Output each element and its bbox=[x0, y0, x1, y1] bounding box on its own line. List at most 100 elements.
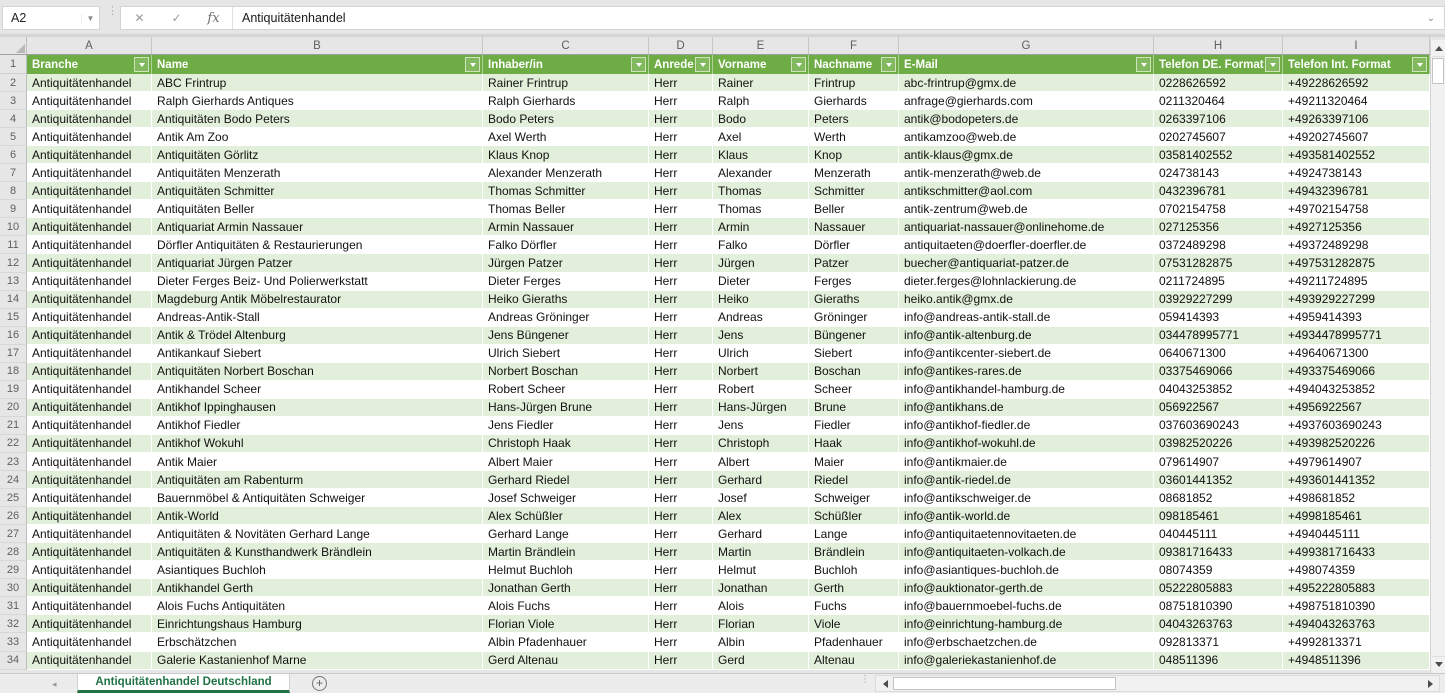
filter-dropdown-icon[interactable] bbox=[1412, 57, 1427, 72]
cell[interactable]: Antiquitätenhandel bbox=[27, 525, 152, 543]
cell[interactable]: Antiquitäten Bodo Peters bbox=[152, 110, 483, 128]
row-header[interactable]: 21 bbox=[0, 417, 27, 435]
cell[interactable]: Rainer bbox=[713, 74, 809, 92]
insert-function-icon[interactable]: fx bbox=[195, 11, 232, 26]
vertical-scrollbar-thumb[interactable] bbox=[1432, 58, 1444, 84]
row-header[interactable]: 8 bbox=[0, 182, 27, 200]
cell[interactable]: Antiquitätenhandel bbox=[27, 633, 152, 651]
scroll-left-icon[interactable] bbox=[878, 677, 892, 690]
cell[interactable]: 08074359 bbox=[1154, 561, 1283, 579]
cell[interactable]: Buchloh bbox=[809, 561, 899, 579]
cell[interactable]: 05222805883 bbox=[1154, 579, 1283, 597]
cell[interactable]: 04043253852 bbox=[1154, 381, 1283, 399]
cell[interactable]: Herr bbox=[649, 254, 713, 272]
cell[interactable]: Magdeburg Antik Möbelrestaurator bbox=[152, 291, 483, 309]
cell[interactable]: Menzerath bbox=[809, 164, 899, 182]
cell[interactable]: Antiquitäten Norbert Boschan bbox=[152, 363, 483, 381]
cell[interactable]: Herr bbox=[649, 291, 713, 309]
cell[interactable]: info@einrichtung-hamburg.de bbox=[899, 615, 1154, 633]
cell[interactable]: +494043263763 bbox=[1283, 615, 1430, 633]
row-header[interactable]: 4 bbox=[0, 110, 27, 128]
cell[interactable]: +4998185461 bbox=[1283, 507, 1430, 525]
cell[interactable]: Herr bbox=[649, 164, 713, 182]
cell[interactable]: Antiquitätenhandel bbox=[27, 399, 152, 417]
cell[interactable]: Antiquitätenhandel bbox=[27, 345, 152, 363]
row-header[interactable]: 18 bbox=[0, 363, 27, 381]
cell[interactable]: antikschmitter@aol.com bbox=[899, 182, 1154, 200]
cell[interactable]: Helmut Buchloh bbox=[483, 561, 649, 579]
scroll-down-icon[interactable] bbox=[1432, 656, 1445, 672]
cell[interactable]: info@antikschweiger.de bbox=[899, 489, 1154, 507]
cell[interactable]: Martin bbox=[713, 543, 809, 561]
cell[interactable]: 0202745607 bbox=[1154, 128, 1283, 146]
table-column-header[interactable]: Branche bbox=[27, 55, 152, 74]
cell[interactable]: Antiquitätenhandel bbox=[27, 652, 152, 670]
cell[interactable]: 079614907 bbox=[1154, 453, 1283, 471]
cell[interactable]: Bauernmöbel & Antiquitäten Schweiger bbox=[152, 489, 483, 507]
cell[interactable]: info@asiantiques-buchloh.de bbox=[899, 561, 1154, 579]
cell[interactable]: Büngener bbox=[809, 327, 899, 345]
cell[interactable]: Brändlein bbox=[809, 543, 899, 561]
cell[interactable]: Antik-World bbox=[152, 507, 483, 525]
cell[interactable]: Alex Schüßler bbox=[483, 507, 649, 525]
row-header[interactable]: 14 bbox=[0, 291, 27, 309]
cell[interactable]: anfrage@gierhards.com bbox=[899, 92, 1154, 110]
cell[interactable]: Gerd bbox=[713, 652, 809, 670]
cell[interactable]: Scheer bbox=[809, 381, 899, 399]
cell[interactable]: antikamzoo@web.de bbox=[899, 128, 1154, 146]
cell[interactable]: Martin Brändlein bbox=[483, 543, 649, 561]
cell[interactable]: Antiquitätenhandel bbox=[27, 543, 152, 561]
cell[interactable]: Jens Fiedler bbox=[483, 417, 649, 435]
cell[interactable]: Dörfler Antiquitäten & Restaurierungen bbox=[152, 236, 483, 254]
cell[interactable]: Hans-Jürgen Brune bbox=[483, 399, 649, 417]
cell[interactable]: 03375469066 bbox=[1154, 363, 1283, 381]
cell[interactable]: info@antik-altenburg.de bbox=[899, 327, 1154, 345]
cell[interactable]: 059414393 bbox=[1154, 309, 1283, 327]
cell[interactable]: Albin bbox=[713, 633, 809, 651]
cell[interactable]: Jens bbox=[713, 327, 809, 345]
cell[interactable]: info@antikes-rares.de bbox=[899, 363, 1154, 381]
cell[interactable]: info@erbschaetzchen.de bbox=[899, 633, 1154, 651]
cell[interactable]: Herr bbox=[649, 74, 713, 92]
cell[interactable]: Herr bbox=[649, 309, 713, 327]
cell[interactable]: Brune bbox=[809, 399, 899, 417]
row-header[interactable]: 12 bbox=[0, 254, 27, 272]
cell[interactable]: Herr bbox=[649, 597, 713, 615]
vertical-scrollbar[interactable] bbox=[1430, 40, 1445, 673]
cell[interactable]: info@antik-riedel.de bbox=[899, 471, 1154, 489]
cell[interactable]: Thomas Beller bbox=[483, 200, 649, 218]
cell[interactable]: Christoph bbox=[713, 435, 809, 453]
cell[interactable]: Alois bbox=[713, 597, 809, 615]
table-column-header[interactable]: Telefon DE. Format bbox=[1154, 55, 1283, 74]
cell[interactable]: Antiquitätenhandel bbox=[27, 453, 152, 471]
cell[interactable]: 040445111 bbox=[1154, 525, 1283, 543]
cell[interactable]: Herr bbox=[649, 381, 713, 399]
cell[interactable]: 024738143 bbox=[1154, 164, 1283, 182]
cell[interactable]: 03929227299 bbox=[1154, 291, 1283, 309]
cell[interactable]: ABC Frintrup bbox=[152, 74, 483, 92]
filter-dropdown-icon[interactable] bbox=[1136, 57, 1151, 72]
cell[interactable]: Norbert Boschan bbox=[483, 363, 649, 381]
filter-dropdown-icon[interactable] bbox=[1265, 57, 1280, 72]
cell[interactable]: Bodo Peters bbox=[483, 110, 649, 128]
cell[interactable]: Herr bbox=[649, 471, 713, 489]
cell[interactable]: Dörfler bbox=[809, 236, 899, 254]
cell[interactable]: +494043253852 bbox=[1283, 381, 1430, 399]
cell[interactable]: buecher@antiquariat-patzer.de bbox=[899, 254, 1154, 272]
cell[interactable]: Altenau bbox=[809, 652, 899, 670]
horizontal-scrollbar[interactable] bbox=[875, 675, 1440, 692]
select-all-corner[interactable] bbox=[0, 37, 27, 54]
cell[interactable]: Werth bbox=[809, 128, 899, 146]
expand-formula-bar-icon[interactable]: ⌄ bbox=[1418, 13, 1444, 24]
cell[interactable]: Erbschätzchen bbox=[152, 633, 483, 651]
cell[interactable]: Antiquitätenhandel bbox=[27, 381, 152, 399]
table-column-header[interactable]: Anrede bbox=[649, 55, 713, 74]
cell[interactable]: Beller bbox=[809, 200, 899, 218]
cell[interactable]: Herr bbox=[649, 615, 713, 633]
cell[interactable]: Herr bbox=[649, 218, 713, 236]
cell[interactable]: Antiquitätenhandel bbox=[27, 200, 152, 218]
cell[interactable]: Andreas-Antik-Stall bbox=[152, 309, 483, 327]
cell[interactable]: Antiquitätenhandel bbox=[27, 74, 152, 92]
cell[interactable]: 0228626592 bbox=[1154, 74, 1283, 92]
table-column-header[interactable]: Inhaber/in bbox=[483, 55, 649, 74]
